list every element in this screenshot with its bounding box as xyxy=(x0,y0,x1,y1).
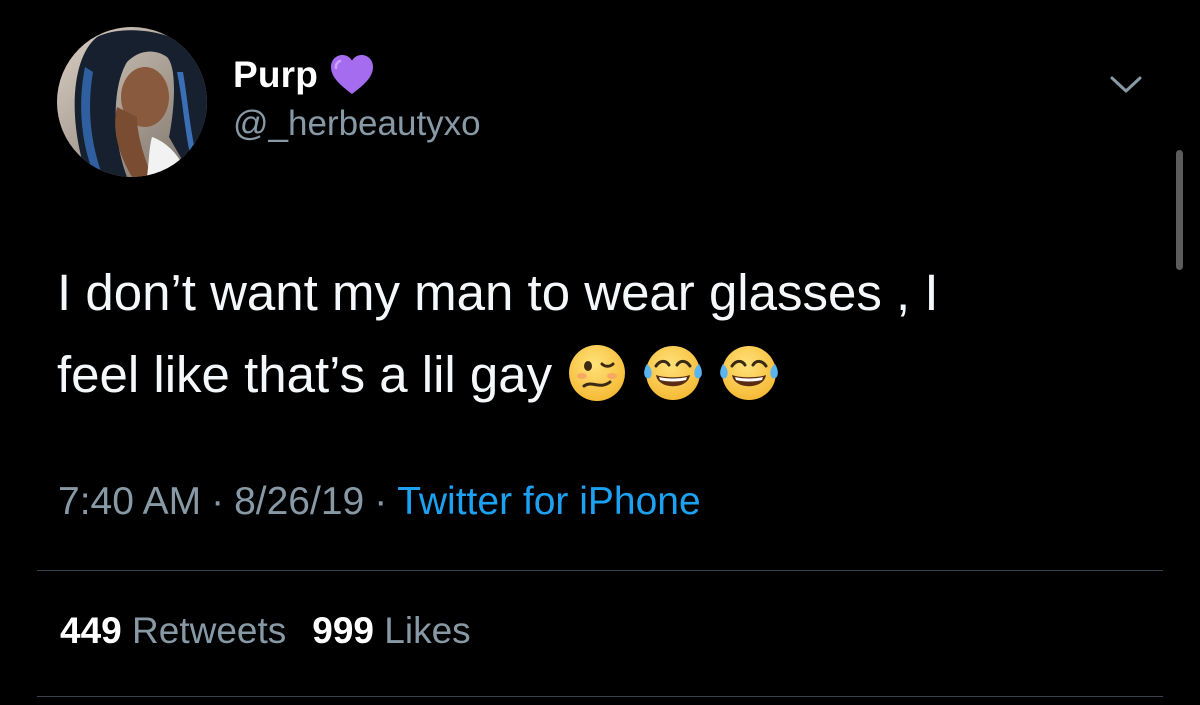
divider xyxy=(37,696,1163,697)
retweets-label: Retweets xyxy=(132,610,287,651)
face-with-tears-of-joy-emoji-icon xyxy=(642,342,704,404)
meta-separator: · xyxy=(211,480,225,523)
avatar-image xyxy=(57,27,207,177)
meta-separator: · xyxy=(374,480,388,523)
avatar[interactable] xyxy=(57,27,207,177)
display-name[interactable]: Purp xyxy=(233,54,318,96)
tweet-time[interactable]: 7:40 AM xyxy=(58,480,201,523)
divider xyxy=(37,570,1163,571)
tweet-text-line-2-wrapper: feel like that’s a lil gay xyxy=(57,334,1137,416)
tweet-text-line-1: I don’t want my man to wear glasses , I xyxy=(57,264,939,321)
likes-label: Likes xyxy=(384,610,471,651)
user-handle[interactable]: @_herbeautyxo xyxy=(233,104,481,144)
tweet-text-line-2: feel like that’s a lil gay xyxy=(57,346,553,403)
tweet-text: I don’t want my man to wear glasses , I … xyxy=(57,252,1137,416)
retweets-count: 449 xyxy=(60,610,122,651)
retweets-stat[interactable]: 449 Retweets xyxy=(60,610,286,651)
purple-heart-icon xyxy=(328,51,376,99)
face-with-tears-of-joy-emoji-icon xyxy=(718,342,780,404)
tweet-meta: 7:40 AM · 8/26/19 · Twitter for iPhone xyxy=(58,480,701,524)
tweet-stats: 449 Retweets 999 Likes xyxy=(60,610,471,652)
author-name-row[interactable]: Purp xyxy=(233,50,376,100)
tweet-date[interactable]: 8/26/19 xyxy=(234,480,364,523)
likes-count: 999 xyxy=(312,610,374,651)
tweet-source-link[interactable]: Twitter for iPhone xyxy=(397,480,700,523)
woozy-face-emoji-icon xyxy=(566,342,628,404)
scrollbar[interactable] xyxy=(1176,150,1183,270)
chevron-down-icon[interactable] xyxy=(1106,64,1146,104)
tweet-detail: Purp @_herbeautyxo I don’t want my man t… xyxy=(0,0,1200,705)
likes-stat[interactable]: 999 Likes xyxy=(312,610,470,651)
emoji-group xyxy=(566,342,780,404)
